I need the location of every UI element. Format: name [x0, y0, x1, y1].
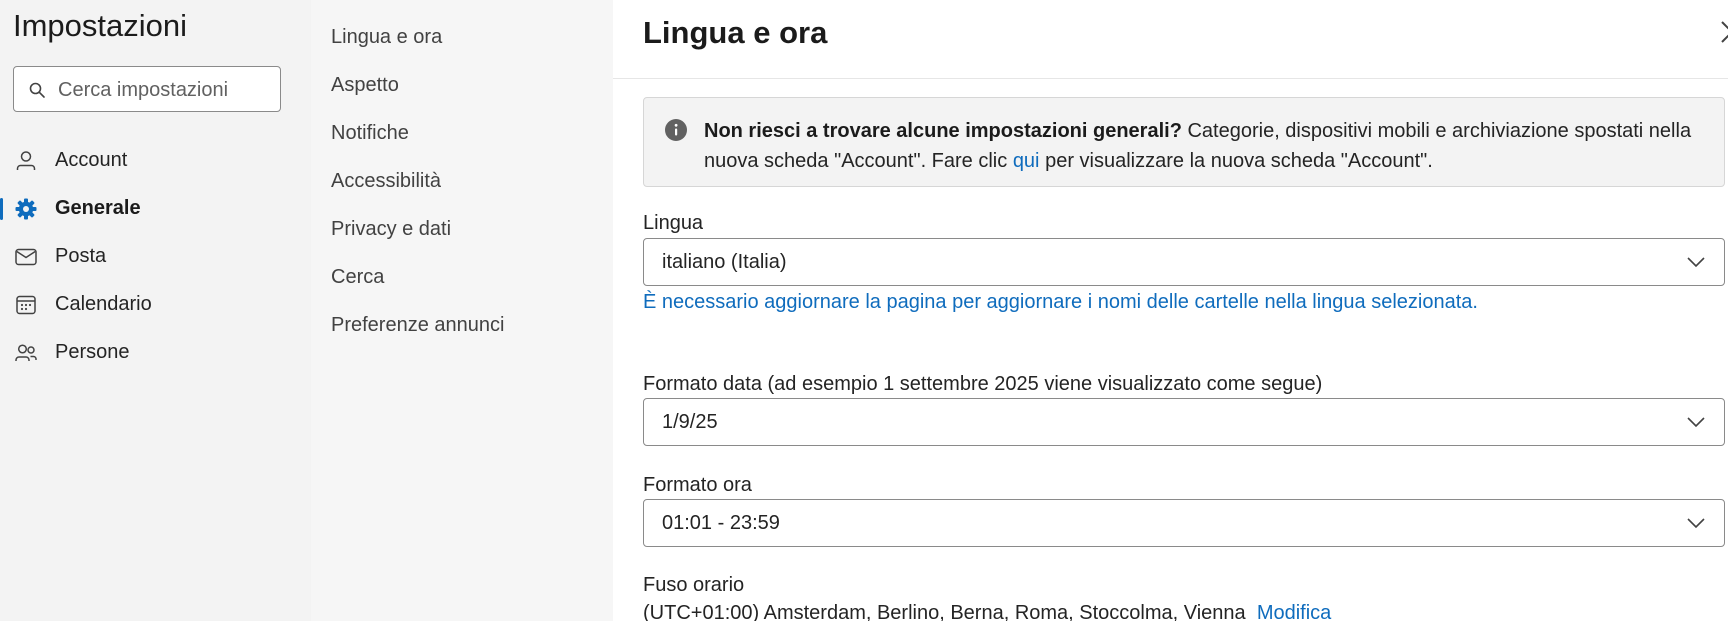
banner-text: Non riesci a trovare alcune impostazioni… [704, 116, 1704, 176]
language-refresh-link[interactable]: È necessario aggiornare la pagina per ag… [643, 291, 1478, 314]
language-select[interactable]: italiano (Italia) [643, 238, 1725, 286]
info-banner: Non riesci a trovare alcune impostazioni… [643, 97, 1725, 187]
nav-item-persone[interactable]: Persone [0, 332, 300, 372]
timezone-label: Fuso orario [643, 574, 745, 596]
timezone-row: (UTC+01:00) Amsterdam, Berlino, Berna, R… [643, 602, 1331, 621]
date-format-select-value: 1/9/25 [662, 411, 718, 433]
nav-item-account[interactable]: Account [0, 140, 300, 180]
selection-indicator [0, 198, 3, 220]
page-title: Lingua e ora [643, 15, 828, 50]
chevron-down-icon [1687, 518, 1705, 529]
subnav-item-privacy[interactable]: Privacy e dati [331, 218, 451, 241]
banner-bold-text: Non riesci a trovare alcune impostazioni… [704, 120, 1182, 142]
subnav-item-aspetto[interactable]: Aspetto [331, 74, 399, 97]
subnav-item-accessibilita[interactable]: Accessibilità [331, 170, 441, 193]
timezone-modify-link[interactable]: Modifica [1257, 602, 1331, 621]
subnav-item-cerca[interactable]: Cerca [331, 266, 384, 289]
nav-label-generale: Generale [55, 197, 141, 219]
nav-item-calendario[interactable]: Calendario [0, 284, 300, 324]
nav-label-persone: Persone [55, 341, 130, 363]
subnav-item-lingua-e-ora[interactable]: Lingua e ora [331, 26, 442, 49]
chevron-down-icon [1687, 417, 1705, 428]
banner-link-qui[interactable]: qui [1013, 150, 1040, 172]
search-icon [29, 82, 45, 98]
settings-title: Impostazioni [13, 8, 188, 43]
date-format-select[interactable]: 1/9/25 [643, 398, 1725, 446]
nav-item-posta[interactable]: Posta [0, 236, 300, 276]
subnav-item-preferenze-annunci[interactable]: Preferenze annunci [331, 314, 504, 337]
chevron-down-icon [1687, 257, 1705, 268]
subnav-item-notifiche[interactable]: Notifiche [331, 122, 409, 145]
nav-label-account: Account [55, 149, 128, 171]
mail-icon [15, 248, 37, 266]
search-input[interactable] [56, 76, 270, 104]
person-icon [16, 151, 36, 170]
banner-text-part2: per visualizzare la nuova scheda "Accoun… [1039, 150, 1433, 172]
nav-label-posta: Posta [55, 245, 107, 267]
settings-sidebar: Impostazioni Account [0, 0, 311, 621]
people-icon [15, 344, 37, 361]
calendar-icon [16, 295, 36, 315]
language-label: Lingua [643, 212, 704, 234]
time-format-label: Formato ora [643, 474, 752, 496]
nav-item-generale[interactable]: Generale [0, 188, 300, 228]
header-divider [613, 78, 1728, 79]
close-icon[interactable] [1716, 10, 1728, 46]
date-format-label: Formato data (ad esempio 1 settembre 202… [643, 373, 1323, 395]
search-box[interactable] [13, 66, 281, 112]
settings-content: Lingua e ora Non riesci a trovare alcune… [613, 0, 1728, 621]
time-format-select[interactable]: 01:01 - 23:59 [643, 499, 1725, 547]
gear-icon [15, 198, 37, 220]
info-icon [665, 119, 687, 141]
time-format-select-value: 01:01 - 23:59 [662, 512, 780, 534]
nav-label-calendario: Calendario [55, 293, 152, 315]
timezone-value: (UTC+01:00) Amsterdam, Berlino, Berna, R… [643, 602, 1246, 621]
language-select-value: italiano (Italia) [662, 251, 787, 273]
